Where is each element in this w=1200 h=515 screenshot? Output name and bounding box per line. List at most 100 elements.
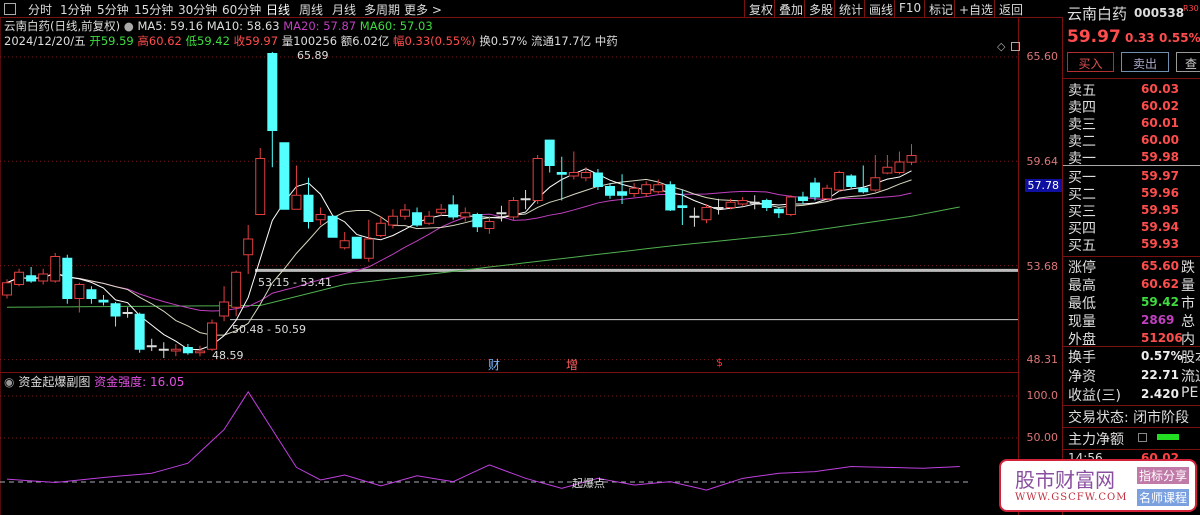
- axis-label: 59.64: [1026, 155, 1059, 168]
- axis-label: 48.31: [1026, 353, 1059, 366]
- candle-body: [822, 187, 833, 200]
- candle-body: [882, 166, 893, 174]
- candle-body: [412, 212, 423, 226]
- candle-body: [641, 184, 652, 194]
- bids-value: 59.93: [1141, 237, 1179, 251]
- watermark-name: 股市财富网: [1015, 468, 1115, 492]
- asks-value: 60.03: [1141, 82, 1179, 96]
- stats-extra: 总: [1181, 314, 1195, 330]
- price-change: 0.33: [1125, 31, 1155, 45]
- stock-code: 000538: [1134, 6, 1185, 20]
- candle-body: [2, 282, 12, 296]
- candle-body: [243, 238, 254, 256]
- candle-body: [520, 198, 531, 201]
- candle-body: [785, 196, 796, 215]
- candle-body: [749, 201, 760, 204]
- query-button[interactable]: 查: [1176, 52, 1200, 72]
- candle-body: [158, 348, 169, 351]
- candle-body: [761, 200, 772, 208]
- watermark: 股市财富网 WWW.GSCFW.COM 指标分享 名师课程: [999, 459, 1197, 512]
- price-chart[interactable]: [0, 0, 1018, 515]
- candle-body: [146, 345, 157, 348]
- stats-extra: 跌: [1181, 260, 1195, 276]
- candle-body: [508, 200, 519, 218]
- finance-marker[interactable]: 财: [488, 356, 500, 373]
- candle-body: [219, 301, 230, 317]
- quote-panel: 云南白药 000538 R30 59.97 0.33 0.55% 买入 卖出 查…: [1063, 0, 1200, 515]
- candle-body: [858, 187, 869, 193]
- stats2-value: 22.71: [1141, 368, 1179, 382]
- sell-button[interactable]: 卖出: [1121, 52, 1169, 72]
- candle-body: [279, 142, 290, 210]
- candle-body: [713, 207, 724, 209]
- candle-body: [291, 194, 302, 210]
- chart-icon[interactable]: [1138, 433, 1147, 442]
- last-price: 59.97: [1067, 27, 1121, 47]
- candle-body: [846, 175, 857, 187]
- candle-body: [14, 271, 25, 285]
- low-annotation: 48.59: [212, 349, 244, 362]
- sub-legend: ◉ 资金起爆副图 资金强度: 16.05: [4, 373, 184, 390]
- stats2-value: 0.57%: [1141, 349, 1183, 363]
- candle-body: [74, 284, 85, 299]
- asks-value: 60.00: [1141, 133, 1179, 147]
- ma60-line: [6, 206, 960, 308]
- candle-body: [870, 177, 881, 191]
- candle-body: [122, 312, 133, 314]
- stock-name: 云南白药: [1067, 5, 1128, 23]
- asks-value: 59.98: [1141, 150, 1179, 164]
- zone1-annotation: 53.15 - 53.41: [258, 276, 332, 289]
- stats-extra: 量: [1181, 278, 1195, 294]
- candle-body: [580, 172, 591, 179]
- candle-body: [86, 289, 97, 299]
- price-axis: 65.60 59.64 53.68 48.31 57.78 100.0 50.0…: [997, 18, 1063, 515]
- collapse-icon[interactable]: ◉: [4, 375, 14, 389]
- diamond-icon[interactable]: ◇: [997, 40, 1005, 53]
- candle-body: [327, 215, 338, 238]
- candle-body: [387, 215, 398, 226]
- stock-tag: R30: [1183, 4, 1199, 13]
- bids-value: 59.95: [1141, 203, 1179, 217]
- candle-body: [98, 299, 109, 303]
- stats2-label: 换手: [1068, 350, 1096, 366]
- strength-value: 资金强度: 16.05: [94, 375, 185, 389]
- stats-label: 最高: [1068, 278, 1096, 294]
- candle-body: [605, 186, 615, 196]
- main-net-label: 主力净额: [1068, 432, 1124, 448]
- candle-body: [689, 215, 700, 218]
- buy-button[interactable]: 买入: [1067, 52, 1114, 72]
- stats-value: 59.42: [1141, 295, 1179, 309]
- stats2-extra: 股本: [1181, 350, 1200, 366]
- watermark-tag: 名师课程: [1137, 489, 1190, 506]
- panel-toggle-icon[interactable]: [1011, 42, 1020, 51]
- candle-body: [544, 139, 555, 166]
- candle-body: [110, 303, 121, 317]
- candle-body: [665, 184, 676, 211]
- candle-body: [737, 200, 748, 205]
- stats-value: 2869: [1141, 313, 1175, 327]
- candle-body: [556, 172, 567, 175]
- trade-status: 交易状态: 闭市阶段: [1068, 410, 1190, 426]
- candle-body: [460, 212, 471, 218]
- stats2-extra: PE: [1181, 385, 1199, 401]
- candle-body: [532, 158, 543, 201]
- candle-body: [773, 208, 784, 214]
- candle-body: [629, 187, 640, 194]
- main-net-bar: [1157, 434, 1179, 440]
- candle-body: [50, 256, 61, 282]
- watermark-url: WWW.GSCFW.COM: [1015, 492, 1128, 503]
- increase-marker[interactable]: 增: [566, 356, 578, 373]
- candle-body: [267, 53, 278, 131]
- dividend-marker[interactable]: $: [716, 356, 723, 369]
- ma10-line: [6, 178, 912, 336]
- stats-value: 60.62: [1141, 277, 1179, 291]
- candle-body: [592, 172, 603, 187]
- watermark-tag: 指标分享: [1137, 467, 1190, 484]
- axis-label: 53.68: [1026, 260, 1059, 273]
- candle-body: [810, 182, 821, 198]
- candle-body: [496, 212, 507, 215]
- candle-body: [315, 214, 326, 221]
- bids-value: 59.94: [1141, 220, 1179, 234]
- current-price-marker: 57.78: [1024, 179, 1062, 192]
- candle-body: [677, 205, 688, 208]
